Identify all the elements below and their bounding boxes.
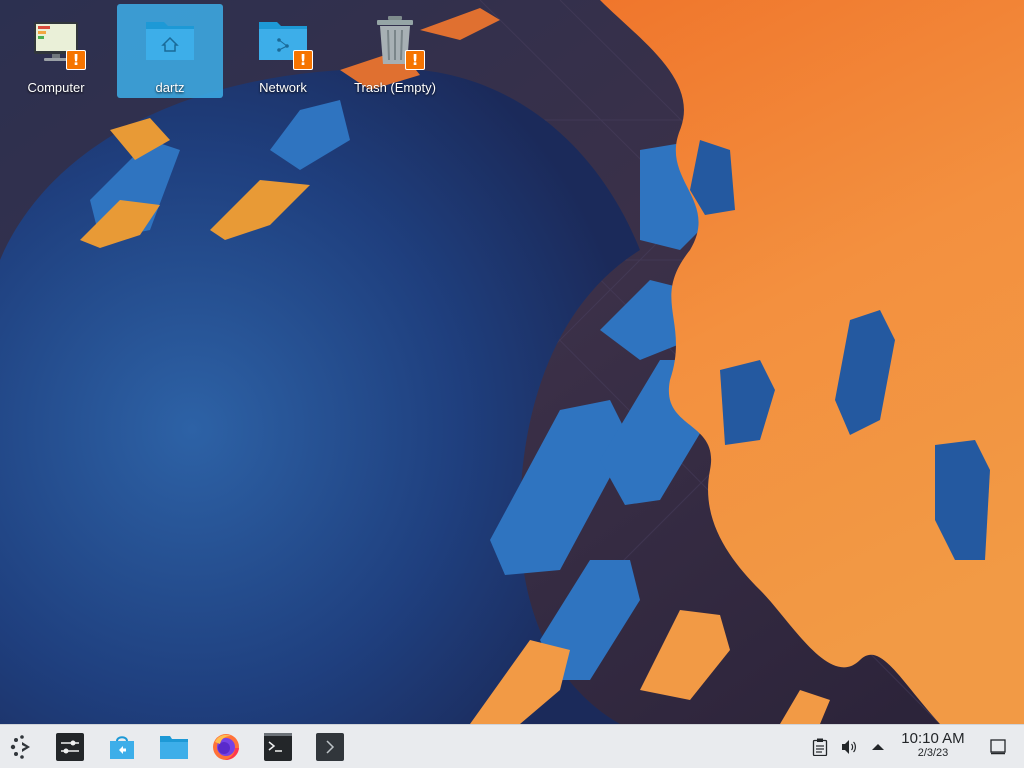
terminal-icon	[264, 733, 292, 761]
volume-tray-button[interactable]	[840, 737, 860, 757]
clipboard-tray-button[interactable]	[810, 737, 830, 757]
wallpaper	[0, 0, 1024, 724]
show-desktop-icon	[990, 739, 1006, 755]
desktop-icon-network[interactable]: ! Network	[230, 4, 336, 98]
clipboard-icon	[812, 738, 828, 756]
file-manager-icon	[160, 736, 188, 759]
desktop-icon-label: Computer	[27, 80, 85, 95]
discover-button[interactable]	[106, 731, 138, 763]
expand-tray-button[interactable]	[868, 737, 888, 757]
warning-badge-icon: !	[66, 50, 86, 70]
software-center-icon	[110, 736, 134, 759]
expand-tray-icon	[872, 744, 884, 750]
volume-icon	[842, 740, 856, 754]
desktop-icon-label: Network	[259, 80, 307, 95]
digital-clock[interactable]: 10:10 AM 2/3/23	[894, 730, 972, 760]
desktop-icon-label: dartz	[155, 80, 185, 95]
terminal-button[interactable]	[262, 731, 294, 763]
run-command-icon	[316, 733, 344, 761]
firefox-button[interactable]	[210, 731, 242, 763]
desktop-icon-label: Trash (Empty)	[354, 80, 436, 95]
application-launcher-button[interactable]	[6, 731, 38, 763]
home-folder-icon	[146, 22, 194, 60]
clock-date: 2/3/23	[917, 747, 949, 759]
warning-badge-icon: !	[405, 50, 425, 70]
desktop-icon-home-folder[interactable]: dartz	[117, 4, 223, 98]
settings-sliders-icon	[56, 733, 84, 761]
system-settings-button[interactable]	[54, 731, 86, 763]
desktop[interactable]: ! Computer dartz ! Network ! Trash (Empt…	[0, 0, 1024, 724]
run-command-button[interactable]	[314, 731, 346, 763]
clock-time: 10:10 AM	[901, 730, 965, 747]
taskbar: 10:10 AM 2/3/23	[0, 724, 1024, 768]
warning-badge-icon: !	[293, 50, 313, 70]
file-manager-button[interactable]	[158, 731, 190, 763]
desktop-icon-trash[interactable]: ! Trash (Empty)	[342, 4, 448, 98]
desktop-icon-computer[interactable]: ! Computer	[3, 4, 109, 98]
kde-launcher-icon	[10, 735, 30, 759]
firefox-icon	[213, 734, 239, 760]
show-desktop-button[interactable]	[988, 737, 1008, 757]
